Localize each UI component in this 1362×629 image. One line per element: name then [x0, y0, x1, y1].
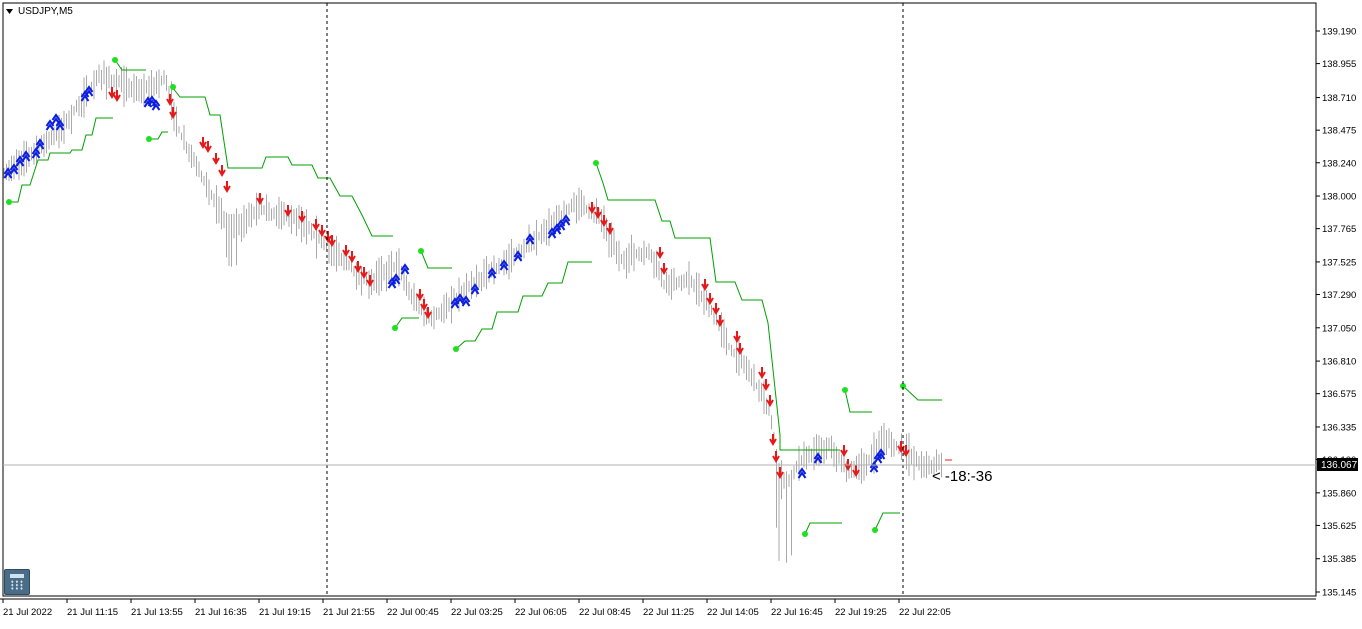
- y-tick-label: 136.575: [1322, 389, 1356, 400]
- y-tick-label: 135.385: [1322, 554, 1356, 565]
- x-tick-label: 21 Jul 16:35: [195, 607, 247, 618]
- trail-start-dot: [146, 136, 152, 142]
- y-tick-label: 138.475: [1322, 126, 1356, 137]
- y-tick-label: 136.335: [1322, 422, 1356, 433]
- symbol-label: USDJPY,M5: [18, 6, 73, 17]
- chart-area[interactable]: 139.190 138.955 138.710 138.475 138.240 138.0…: [0, 0, 1362, 624]
- y-tick-label: 138.000: [1322, 192, 1356, 203]
- y-tick-label: 136.810: [1322, 357, 1356, 368]
- trail-start-dot: [802, 531, 808, 537]
- trail-start-dot: [872, 527, 878, 533]
- x-tick-label: 21 Jul 13:55: [131, 607, 183, 618]
- trail-start-dot: [170, 84, 176, 90]
- y-tick-label: 135.625: [1322, 521, 1356, 532]
- x-tick-label: 21 Jul 2022: [3, 607, 52, 618]
- y-tick-label: 135.860: [1322, 488, 1356, 499]
- trail-start-dot: [593, 160, 599, 166]
- chart-background: [0, 0, 1362, 624]
- y-tick-label: 138.240: [1322, 158, 1356, 169]
- bar-countdown-label: < -18:-36: [932, 468, 992, 485]
- x-tick-label: 21 Jul 21:55: [323, 607, 375, 618]
- trail-start-dot: [112, 57, 118, 63]
- y-tick-label: 139.190: [1322, 27, 1356, 38]
- y-tick-label: 137.290: [1322, 290, 1356, 301]
- y-tick-label: 138.955: [1322, 59, 1356, 70]
- x-tick-label: 22 Jul 08:45: [579, 607, 631, 618]
- trail-start-dot: [842, 387, 848, 393]
- x-tick-label: 22 Jul 19:25: [835, 607, 887, 618]
- x-tick-label: 22 Jul 22:05: [899, 607, 951, 618]
- y-tick-label: 135.145: [1322, 588, 1356, 599]
- y-tick-label: 138.710: [1322, 93, 1356, 104]
- x-tick-label: 21 Jul 11:15: [67, 607, 118, 618]
- trail-start-dot: [6, 199, 12, 205]
- trail-start-dot: [418, 248, 424, 254]
- y-tick-label: 137.525: [1322, 257, 1356, 268]
- trail-start-dot: [453, 346, 459, 352]
- x-tick-label: 22 Jul 03:25: [451, 607, 503, 618]
- x-tick-label: 21 Jul 19:15: [259, 607, 311, 618]
- x-tick-label: 22 Jul 11:25: [643, 607, 694, 618]
- x-tick-label: 22 Jul 06:05: [515, 607, 567, 618]
- x-tick-label: 22 Jul 16:45: [771, 607, 823, 618]
- y-tick-label: 137.050: [1322, 323, 1356, 334]
- current-price-label: 136.067: [1321, 460, 1358, 471]
- trail-start-dot: [392, 325, 398, 331]
- y-tick-label: 137.765: [1322, 224, 1356, 235]
- price-chart[interactable]: 139.190 138.955 138.710 138.475 138.240 138.0…: [0, 0, 1362, 624]
- calculator-icon[interactable]: [4, 569, 30, 595]
- x-tick-label: 22 Jul 00:45: [387, 607, 439, 618]
- x-tick-label: 22 Jul 14:05: [707, 607, 759, 618]
